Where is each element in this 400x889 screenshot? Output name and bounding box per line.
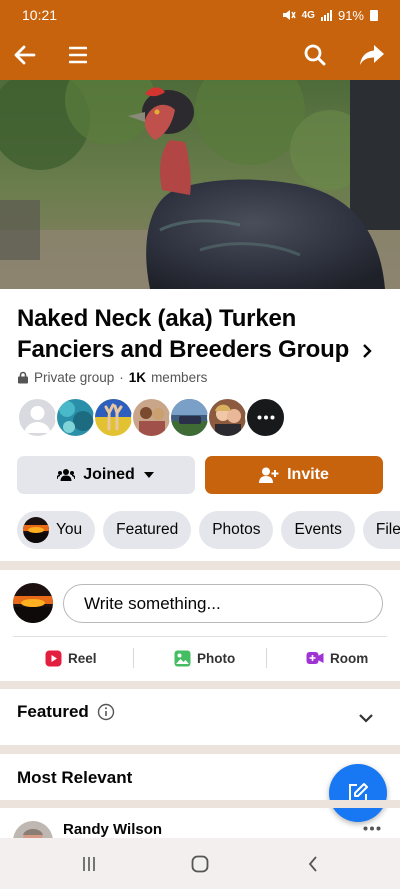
- member-avatar[interactable]: [207, 397, 248, 438]
- group-title[interactable]: Naked Neck (aka) Turken Fanciers and Bre…: [17, 303, 387, 365]
- chevron-down-icon: [359, 713, 373, 723]
- composer-avatar[interactable]: [13, 583, 53, 623]
- back-arrow-icon: [14, 45, 36, 65]
- network-type: 4G: [301, 9, 315, 21]
- post-options-button[interactable]: [360, 818, 384, 838]
- status-bar: 10:21 4G 91%: [0, 0, 400, 30]
- recent-apps-button[interactable]: [75, 851, 103, 877]
- info-icon[interactable]: [97, 703, 115, 721]
- members-icon: [57, 469, 76, 481]
- invite-label: Invite: [287, 466, 329, 483]
- featured-section-header: Featured: [17, 702, 115, 722]
- write-something-input[interactable]: Write something...: [63, 584, 383, 623]
- mute-icon: [282, 10, 296, 20]
- reel-icon: [45, 650, 62, 666]
- menu-button[interactable]: [61, 38, 95, 72]
- section-divider: [0, 800, 400, 808]
- group-cover-photo[interactable]: [0, 80, 400, 289]
- member-avatar[interactable]: [17, 397, 58, 438]
- add-person-icon: [259, 467, 279, 483]
- more-icon: [257, 415, 274, 420]
- search-icon: [304, 44, 326, 66]
- section-divider: [0, 745, 400, 754]
- joined-button[interactable]: Joined: [17, 456, 195, 494]
- share-button[interactable]: [355, 38, 389, 72]
- search-button[interactable]: [298, 38, 332, 72]
- tab-featured[interactable]: Featured: [103, 511, 192, 549]
- invite-button[interactable]: Invite: [205, 456, 383, 494]
- compose-post-button[interactable]: [329, 764, 387, 822]
- photo-icon: [174, 650, 191, 666]
- member-avatar[interactable]: [131, 397, 172, 438]
- battery-level: 91%: [337, 7, 364, 23]
- home-icon: [191, 855, 209, 873]
- group-actions: Joined Invite: [17, 456, 383, 494]
- top-app-bar: [0, 30, 400, 80]
- home-button[interactable]: [186, 851, 214, 877]
- status-icons: 4G 91%: [282, 8, 378, 23]
- divider: [133, 648, 134, 668]
- tab-files[interactable]: Files: [362, 511, 400, 549]
- tab-photos[interactable]: Photos: [199, 511, 274, 549]
- divider: [13, 636, 387, 637]
- share-icon: [360, 45, 384, 65]
- back-chevron-icon: [308, 856, 317, 872]
- chevron-right-icon: [362, 343, 372, 358]
- more-members-button[interactable]: [245, 397, 286, 438]
- section-divider: [0, 681, 400, 689]
- room-button[interactable]: Room: [306, 646, 368, 670]
- photo-button[interactable]: Photo: [174, 646, 235, 670]
- group-meta: Private group · 1K members: [17, 370, 207, 385]
- member-avatar[interactable]: [55, 397, 96, 438]
- joined-label: Joined: [83, 466, 135, 483]
- signal-icon: [320, 9, 332, 21]
- system-navigation-bar: [0, 838, 400, 889]
- featured-expand-button[interactable]: [354, 706, 378, 730]
- back-button[interactable]: [8, 38, 42, 72]
- member-count: 1K: [128, 370, 147, 385]
- reel-button[interactable]: Reel: [45, 646, 97, 670]
- post-type-bar: Reel Photo Room: [0, 646, 400, 670]
- composer-placeholder: Write something...: [84, 593, 221, 613]
- section-divider: [0, 561, 400, 570]
- menu-icon: [69, 46, 87, 64]
- room-icon: [306, 652, 324, 664]
- privacy-label: Private group: [34, 370, 115, 385]
- meta-separator: ·: [119, 370, 124, 385]
- tab-events[interactable]: Events: [281, 511, 355, 549]
- sort-selector[interactable]: Most Relevant: [17, 768, 132, 788]
- caret-down-icon: [143, 472, 154, 478]
- battery-icon: [370, 9, 378, 21]
- post-author-name[interactable]: Randy Wilson: [63, 821, 162, 838]
- member-label[interactable]: members: [151, 370, 207, 385]
- group-name: Naked Neck (aka) Turken Fanciers and Bre…: [17, 305, 350, 363]
- divider: [266, 648, 267, 668]
- tab-you[interactable]: You: [17, 511, 96, 549]
- member-avatar[interactable]: [169, 397, 210, 438]
- member-avatar[interactable]: [93, 397, 134, 438]
- group-tabs: You Featured Photos Events Files: [17, 511, 400, 549]
- back-nav-button[interactable]: [299, 851, 327, 877]
- lock-icon: [18, 371, 28, 384]
- status-time: 10:21: [22, 7, 58, 23]
- recent-apps-icon: [83, 857, 95, 871]
- more-icon: [363, 826, 381, 830]
- profile-avatar: [23, 517, 49, 543]
